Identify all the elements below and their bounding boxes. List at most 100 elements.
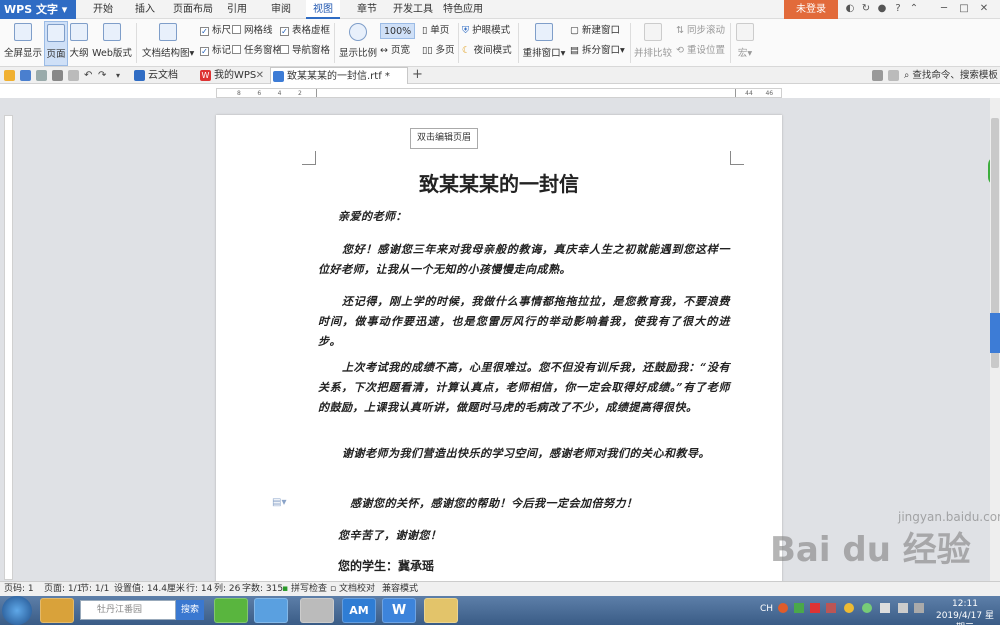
language-indicator[interactable]: CH: [760, 604, 773, 614]
taskbar-app-icon[interactable]: [40, 598, 74, 623]
taskbar-app-icon[interactable]: [300, 598, 334, 623]
ruler-number: 4: [277, 90, 282, 97]
feedback-icon[interactable]: [872, 70, 883, 81]
paragraph-2: 还记得，刚上学的时候，我做什么事情都拖拖拉拉，是您教育我，不要浪费时间，做事动作…: [318, 295, 730, 348]
skin-icon[interactable]: ◐: [844, 3, 856, 15]
side-by-side-button[interactable]: 并排比较: [634, 21, 672, 66]
marks-checkbox[interactable]: ✓ 标记: [200, 43, 231, 59]
preview-icon[interactable]: [68, 70, 79, 81]
tray-shield-icon[interactable]: [794, 603, 804, 613]
salutation: 亲爱的老师：: [338, 210, 407, 223]
checkbox-unchecked-icon: [280, 45, 289, 54]
redo-icon[interactable]: ↷: [98, 70, 109, 81]
login-button[interactable]: 未登录: [784, 0, 838, 19]
app-menu-button[interactable]: WPS 文字 ▾: [0, 0, 76, 19]
tab-cloud-docs[interactable]: 云文档: [132, 67, 194, 84]
sync-scroll-button[interactable]: ⇅ 同步滚动: [676, 23, 725, 39]
tray-icon[interactable]: [844, 603, 854, 613]
tab-chapter[interactable]: 章节: [352, 0, 382, 19]
taskbar-am-icon[interactable]: AM: [342, 598, 376, 623]
doc-proof-button[interactable]: ▫ 文档校对: [330, 582, 375, 597]
windows-start-icon[interactable]: [2, 596, 32, 625]
command-search[interactable]: ⌕ 查找命令、搜索模板: [904, 67, 998, 84]
tab-developer[interactable]: 开发工具: [392, 0, 434, 19]
doc-structure-button[interactable]: 文档结构图▾: [142, 21, 194, 66]
table-gridlines-checkbox[interactable]: ✓ 表格虚框: [280, 23, 330, 39]
open-folder-icon[interactable]: [4, 70, 15, 81]
ruler-checkbox[interactable]: ✓ 标尺: [200, 23, 231, 39]
taskbar-app-icon[interactable]: [254, 598, 288, 623]
zoom-100-button[interactable]: 100%: [380, 23, 416, 39]
tab-insert[interactable]: 插入: [130, 0, 160, 19]
tray-icon[interactable]: [810, 603, 820, 613]
vertical-scrollbar[interactable]: [990, 98, 1000, 581]
taskbar-folder-icon[interactable]: [424, 598, 458, 623]
customize-dropdown-icon[interactable]: ▾: [116, 70, 127, 81]
undo-icon[interactable]: ↶: [84, 70, 95, 81]
tab-start[interactable]: 开始: [88, 0, 118, 19]
status-section: 节: 1/1: [80, 584, 110, 594]
tab-page-layout[interactable]: 页面布局: [172, 0, 214, 19]
paragraph-1: 您好！感谢您三年来对我母亲般的教诲，真庆幸人生之初就能遇到您这样一位好老师，让我…: [318, 243, 730, 276]
night-mode-button[interactable]: ☾ 夜间模式: [462, 43, 512, 59]
zoom-button[interactable]: 显示比例: [338, 21, 378, 66]
macro-button[interactable]: 宏▾: [734, 21, 756, 66]
reset-position-button[interactable]: ⟲ 重设位置: [676, 43, 725, 59]
checkbox-unchecked-icon: [232, 25, 241, 34]
save-icon[interactable]: [20, 70, 31, 81]
sync-icon[interactable]: ↻: [860, 3, 872, 15]
tray-network-icon[interactable]: [880, 603, 890, 613]
spell-check-toggle[interactable]: ▪ 拼写检查: [282, 582, 327, 597]
status-word-count[interactable]: 字数: 315: [242, 582, 283, 597]
full-screen-button[interactable]: 全屏显示: [4, 21, 42, 66]
web-layout-button[interactable]: Web版式: [92, 21, 132, 66]
tray-volume-icon[interactable]: [898, 603, 908, 613]
page-view-button[interactable]: 页面: [44, 21, 68, 66]
pin-icon[interactable]: [888, 70, 899, 81]
taskbar-wps-icon[interactable]: W: [382, 598, 416, 623]
close-icon[interactable]: ✕: [978, 3, 990, 15]
tab-references[interactable]: 引用: [222, 0, 252, 19]
single-page-button[interactable]: ▯ 单页: [422, 23, 449, 39]
taskbar-search-input[interactable]: 牡丹江番园: [80, 600, 176, 620]
tab-features[interactable]: 特色应用: [442, 0, 484, 19]
rearrange-windows-button[interactable]: 重排窗口▾: [522, 21, 566, 66]
tab-view[interactable]: 视图: [306, 0, 340, 19]
side-panel-toggle[interactable]: [990, 313, 1000, 353]
help-icon[interactable]: ?: [892, 3, 904, 15]
tray-icon[interactable]: [826, 603, 836, 613]
paragraph-6: 您辛苦了，谢谢您！: [338, 529, 442, 542]
multi-page-button[interactable]: ▯▯ 多页: [422, 43, 455, 59]
ruler-number: 46: [765, 90, 774, 97]
minimize-icon[interactable]: ─: [938, 3, 950, 15]
edit-header-button[interactable]: 双击编辑页眉: [410, 128, 478, 149]
tab-current-document[interactable]: 致某某某的一封信.rtf *: [270, 67, 408, 84]
paragraph-options-icon[interactable]: ▤▾: [272, 497, 286, 508]
print-icon[interactable]: [52, 70, 63, 81]
cloud-doc-icon: [134, 70, 145, 81]
task-pane-checkbox[interactable]: 任务窗格: [232, 43, 282, 59]
theme-icon[interactable]: ●: [876, 3, 888, 15]
new-window-button[interactable]: ▢ 新建窗口: [570, 23, 620, 39]
nav-pane-checkbox[interactable]: 导航窗格: [280, 43, 330, 59]
collapse-ribbon-icon[interactable]: ⌃: [908, 3, 920, 15]
page-width-button[interactable]: ↔ 页宽: [380, 43, 410, 59]
taskbar-app-icon[interactable]: [214, 598, 248, 623]
split-window-button[interactable]: ▤ 拆分窗口▾: [570, 43, 625, 59]
gridlines-checkbox[interactable]: 网格线: [232, 23, 273, 39]
vertical-ruler[interactable]: [4, 115, 13, 580]
tab-my-wps[interactable]: W 我的WPS ✕: [198, 67, 268, 84]
tray-icon[interactable]: [778, 603, 788, 613]
export-icon[interactable]: [36, 70, 47, 81]
new-tab-icon[interactable]: +: [412, 67, 423, 83]
close-tab-icon[interactable]: ✕: [256, 67, 264, 84]
outline-view-button[interactable]: 大纲: [68, 21, 90, 66]
tray-icon[interactable]: [914, 603, 924, 613]
system-clock[interactable]: 12:11 2019/4/17 星期三: [932, 598, 998, 634]
ruler-number: 8: [237, 90, 241, 97]
maximize-icon[interactable]: □: [958, 3, 970, 15]
eye-mode-button[interactable]: ⛨ 护眼模式: [462, 23, 510, 39]
tab-review[interactable]: 审阅: [266, 0, 296, 19]
tray-icon[interactable]: [862, 603, 872, 613]
taskbar-search-button[interactable]: 搜索: [176, 600, 204, 620]
